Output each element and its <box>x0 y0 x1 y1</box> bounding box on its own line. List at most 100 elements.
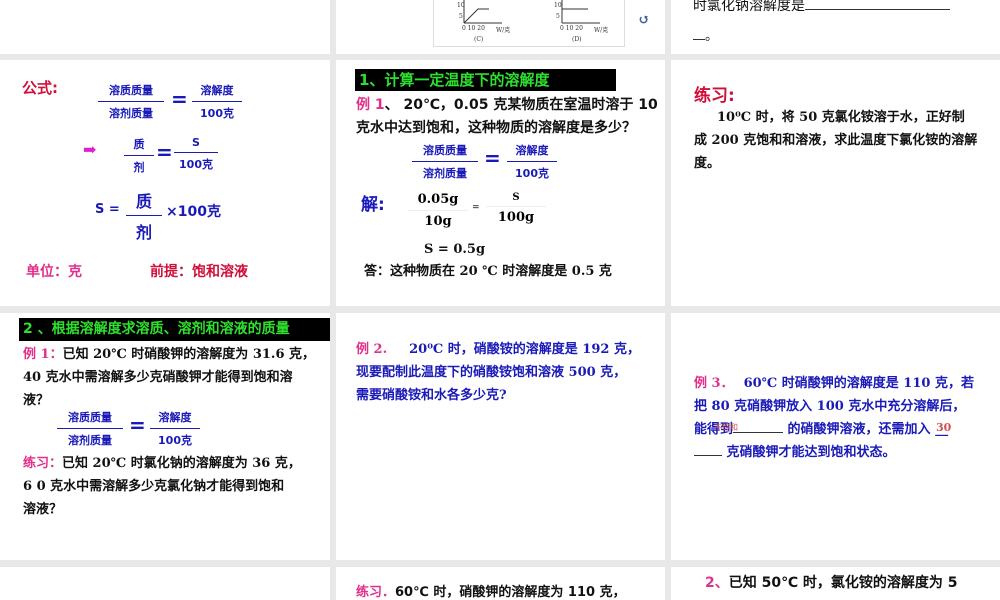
numerator: S <box>174 136 218 153</box>
fraction: S 100g <box>486 192 546 225</box>
graph-c: 10 5 0 10 20 W/克 (C) 10 5 0 10 20 W/克 (D… <box>433 0 625 47</box>
formula-s: S = <box>95 202 120 217</box>
fraction: 溶解度 100克 <box>150 409 200 448</box>
fraction: 溶解度 100克 <box>507 142 557 181</box>
denominator: 剂 <box>135 223 152 242</box>
slide-thumbnail-12[interactable]: 2、已知 50℃ 时，氯化铵的溶解度为 5 <box>671 567 1000 600</box>
fraction: 溶质质量 溶剂质量 <box>412 142 478 181</box>
text-line: 60℃ 时，硝酸钾的溶解度为 110 克， <box>395 585 626 600</box>
text-line: 的硝酸钾溶液，还需加入 __ <box>787 422 949 437</box>
solution-label: 解: <box>361 195 385 215</box>
tick-labels: 0 10 20 <box>560 25 583 32</box>
axis-label: W/克 <box>594 27 609 34</box>
slide-thumbnail-5[interactable]: 1、计算一定温度下的溶解度 例 1、 20℃，0.05 克某物质在室温时溶于 1… <box>336 60 665 306</box>
text-line: 成 200 克饱和和溶液，求此温度下氯化铵的溶解 <box>694 133 978 148</box>
slide-thumbnail-2[interactable]: 10 5 0 10 20 W/克 (C) 10 5 0 10 20 W/克 (D… <box>336 0 665 54</box>
numerator: 溶质质量 <box>57 409 123 429</box>
text-line: 液？ <box>23 393 50 408</box>
answer-text: 答：这种物质在 20 ℃ 时溶解度是 0.5 克 <box>364 264 612 279</box>
numerator: 质 <box>124 136 154 156</box>
text-line: 溶液？ <box>23 502 63 517</box>
text-line: 需要硝酸铵和水各多少克? <box>356 388 507 403</box>
practice-label: 练习： <box>23 456 63 471</box>
axis-label: W/克 <box>496 27 511 34</box>
premise-text: 前提：饱和溶液 <box>150 264 248 280</box>
slide-thumbnail-1[interactable] <box>0 0 330 54</box>
text-line: 克水中达到饱和，这种物质的溶解度是多少？ <box>356 120 636 136</box>
fraction: 溶质质量 溶剂质量 <box>57 409 123 448</box>
denominator: 溶剂质量 <box>68 434 112 447</box>
denominator: 100g <box>497 210 535 225</box>
slide-thumbnail-10[interactable] <box>0 567 330 600</box>
text-line: 已知 20℃ 时硝酸钾的溶解度为 31.6 克， <box>62 347 316 362</box>
denominator: 100克 <box>200 107 234 120</box>
text-line: 现要配制此温度下的硝酸铵饱和溶液 500 克， <box>356 365 627 380</box>
example-label: 例 2. <box>356 342 388 357</box>
slide-thumbnail-7[interactable]: 2 、根据溶解度求溶质、溶剂和溶液的质量 例 1：已知 20℃ 时硝酸钾的溶解度… <box>0 313 330 560</box>
fraction: 溶质质量 溶剂质量 <box>98 82 164 121</box>
slide-thumbnail-9[interactable]: 例 3． 60℃ 时硝酸钾的溶解度是 110 克，若 把 80 克硝酸钾放入 10… <box>671 313 1000 560</box>
practice-label: 练习． <box>356 585 396 600</box>
graph-label: (D) <box>572 36 582 43</box>
numerator: 溶解度 <box>150 409 200 429</box>
formula-times: ×100克 <box>166 204 221 220</box>
denominator: 100克 <box>158 434 192 447</box>
example-label: 例 1 <box>356 97 385 113</box>
text-line: 40 克水中需溶解多少克硝酸钾才能得到饱和溶 <box>23 370 293 385</box>
denominator: 溶剂质量 <box>109 107 153 120</box>
example-label: 例 3． <box>694 376 734 391</box>
text-line: 把 80 克硝酸钾放入 100 克水中充分溶解后， <box>694 399 966 414</box>
graph-label: (C) <box>474 36 484 43</box>
text-line: 克硝酸钾才能达到饱和状态。 <box>726 445 896 460</box>
equals: = <box>156 140 173 164</box>
denominator: 溶剂质量 <box>423 167 467 180</box>
fraction: S 100克 <box>174 136 218 172</box>
slide-thumbnail-11[interactable]: 练习．60℃ 时，硝酸钾的溶解度为 110 克， <box>336 567 665 600</box>
result-text: S = 0.5g <box>424 242 486 257</box>
denominator: 100克 <box>179 158 213 171</box>
numerator: S <box>486 192 546 207</box>
equals: = <box>472 203 480 213</box>
slide-thumbnail-8[interactable]: 例 2. 20⁰C 时，硝酸铵的溶解度是 192 克， 现要配制此温度下的硝酸铵饱… <box>336 313 665 560</box>
equals: = <box>484 146 501 170</box>
slide-thumbnail-6[interactable]: 练习: 10⁰C 时，将 50 克氯化铵溶于水，正好制 成 200 克饱和和溶液… <box>671 60 1000 306</box>
tick: 10 <box>457 2 465 9</box>
answer-overlay: 不饱和 <box>714 423 738 432</box>
text-line: 6 0 克水中需溶解多少克氯化钠才能得到饱和 <box>23 479 285 494</box>
text-line: 10⁰C 时，将 50 克氯化铵溶于水，正好制 <box>717 110 965 125</box>
unit-text: 单位：克 <box>26 264 82 280</box>
slide-thumbnail-4[interactable]: 公式: 溶质质量 溶剂质量 = 溶解度 100克 ➡ 质剂 = S 100克 S = … <box>0 60 330 306</box>
tick: 5 <box>556 13 560 20</box>
text-line: 已知 20℃ 时氯化钠的溶解度为 36 克， <box>62 456 301 471</box>
fraction: 质剂 <box>126 188 162 243</box>
numerator: 溶解度 <box>507 142 557 162</box>
fraction: 溶解度 100克 <box>192 82 242 121</box>
numerator: 溶质质量 <box>412 142 478 162</box>
slide-header: 1、计算一定温度下的溶解度 <box>355 69 616 91</box>
denominator: 100克 <box>515 167 549 180</box>
text-line: 20⁰C 时，硝酸铵的溶解度是 192 克， <box>409 342 640 357</box>
slide-thumbnail-3[interactable]: 时氯化钠溶解度是 。 <box>671 0 1000 54</box>
denominator: 10g <box>424 214 452 229</box>
slide-header: 2 、根据溶解度求溶质、溶剂和溶液的质量 <box>19 318 330 341</box>
fraction: 质剂 <box>124 136 154 175</box>
arrow-right-icon: ➡ <box>83 140 97 159</box>
numerator: 溶质质量 <box>98 82 164 102</box>
tick: 10 <box>554 2 562 9</box>
return-arrow-icon[interactable]: ↺ <box>638 12 650 28</box>
numerator: 溶解度 <box>192 82 242 102</box>
numerator: 质 <box>126 188 162 216</box>
question-number: 2、 <box>705 575 729 591</box>
practice-title: 练习: <box>694 86 735 106</box>
numerator: 0.05g <box>408 192 468 211</box>
denominator: 剂 <box>133 161 145 174</box>
text-line: 已知 50℃ 时，氯化铵的溶解度为 5 <box>728 575 958 591</box>
example-label: 例 1： <box>23 347 63 362</box>
text-line: 。 <box>705 29 719 44</box>
equals: = <box>171 87 188 111</box>
tick-labels: 0 10 20 <box>462 25 485 32</box>
text-line: 60℃ 时硝酸钾的溶解度是 110 克，若 <box>743 376 974 391</box>
equals: = <box>129 413 146 437</box>
formula-label: 公式: <box>22 79 58 97</box>
text-line: 度。 <box>694 156 721 171</box>
